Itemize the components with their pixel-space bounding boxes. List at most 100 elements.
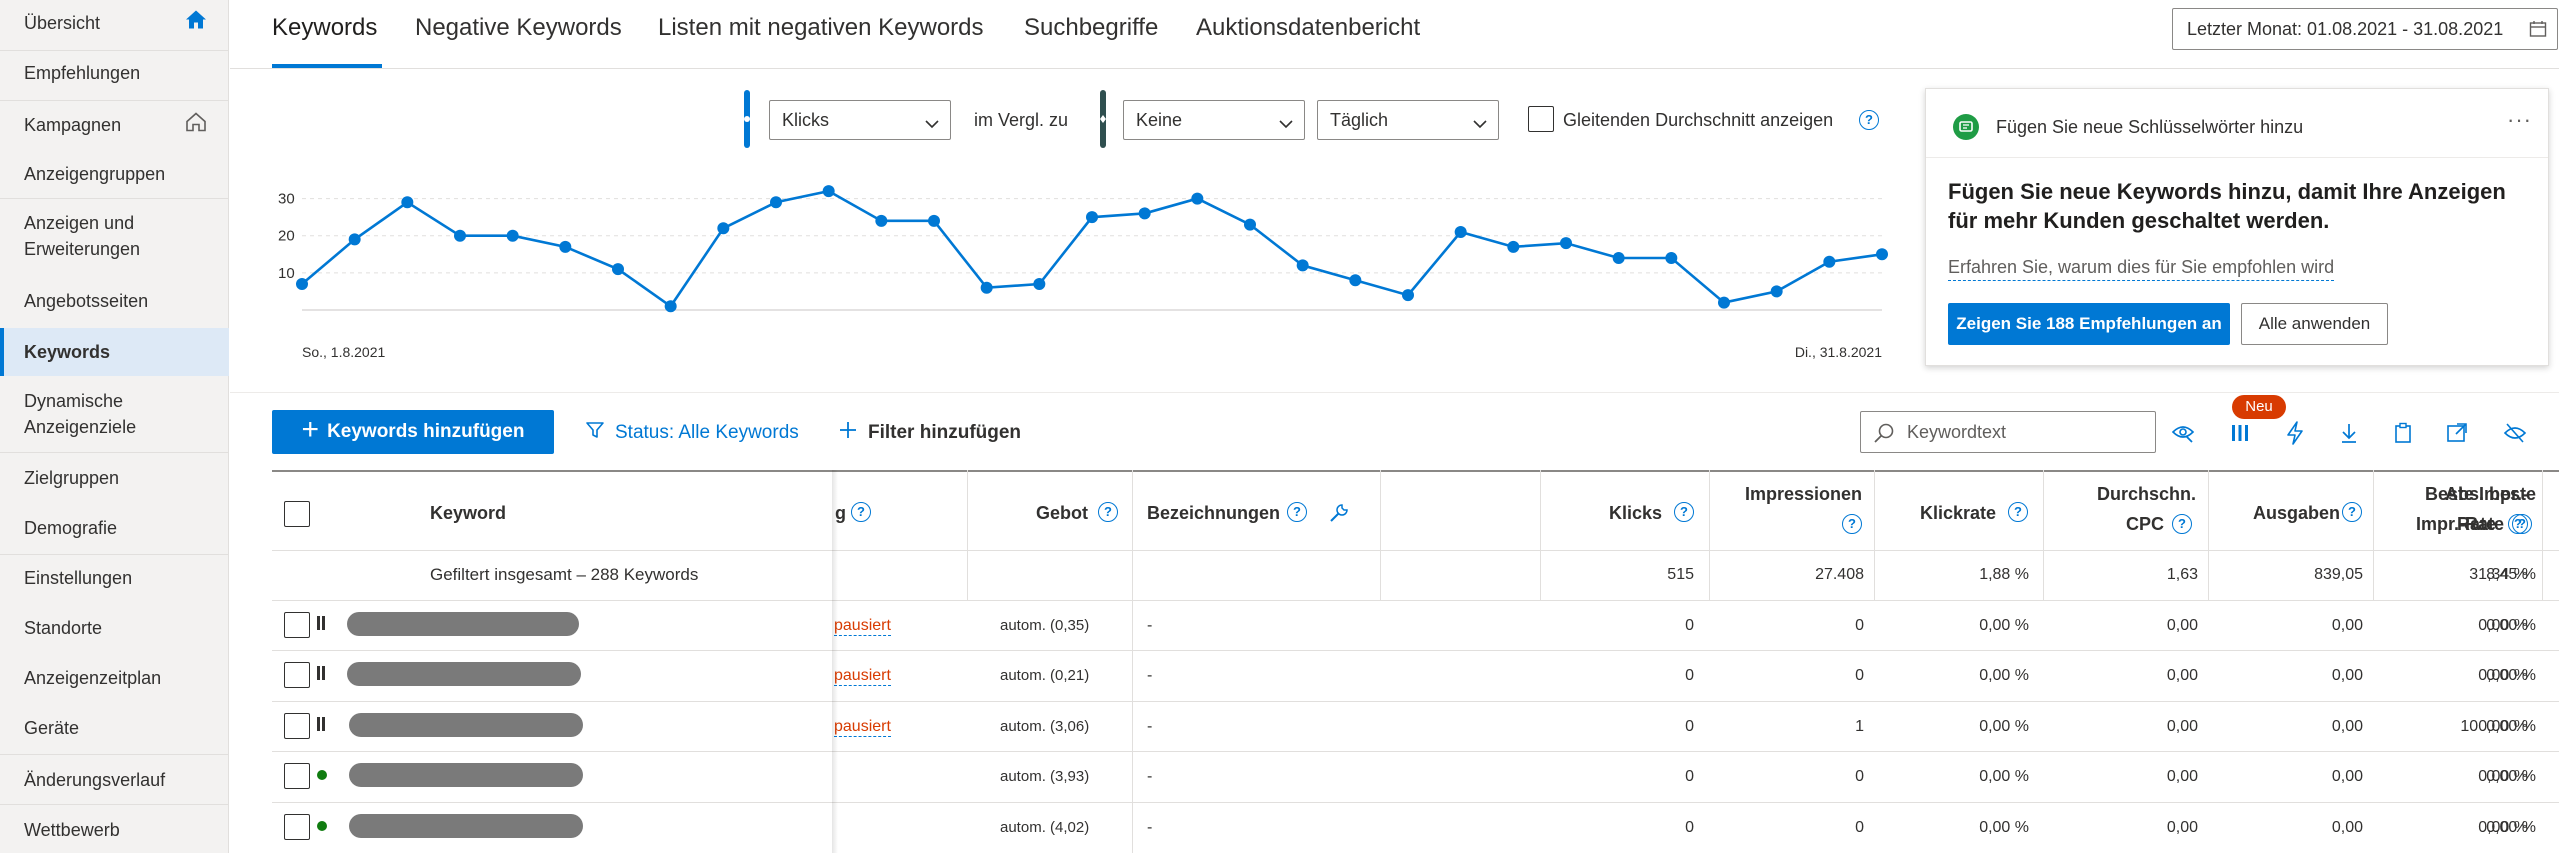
- column-header-keyword[interactable]: Keyword: [430, 503, 506, 524]
- data-point-day-2[interactable]: [348, 233, 361, 246]
- data-point-day-11[interactable]: [822, 185, 835, 198]
- data-point-day-5[interactable]: [506, 229, 519, 242]
- data-point-day-31[interactable]: [1876, 248, 1888, 261]
- keyword-text-redacted[interactable]: [347, 662, 581, 686]
- sidebar-item-locations[interactable]: Standorte: [0, 615, 229, 641]
- compare-metric-select[interactable]: Keine: [1123, 100, 1305, 140]
- data-point-day-18[interactable]: [1191, 192, 1204, 205]
- sidebar-item-devices[interactable]: Geräte: [0, 715, 229, 741]
- columns-icon[interactable]: [2225, 418, 2255, 448]
- add-filter-button[interactable]: Filter hinzufügen: [838, 420, 1021, 446]
- data-point-day-25[interactable]: [1560, 237, 1572, 250]
- recommendation-why-link[interactable]: Erfahren Sie, warum dies für Sie empfohl…: [1948, 257, 2335, 281]
- data-point-day-28[interactable]: [1718, 296, 1730, 309]
- data-point-day-20[interactable]: [1296, 259, 1309, 272]
- download-icon[interactable]: [2334, 418, 2364, 448]
- sidebar-item-settings[interactable]: Einstellungen: [0, 565, 229, 591]
- data-point-day-10[interactable]: [770, 196, 782, 209]
- metric-select[interactable]: Klicks: [769, 100, 951, 140]
- data-point-day-24[interactable]: [1507, 240, 1520, 253]
- data-point-day-23[interactable]: [1454, 226, 1467, 238]
- data-point-day-13[interactable]: [928, 214, 940, 227]
- row-checkbox[interactable]: [284, 612, 310, 638]
- data-point-day-1[interactable]: [296, 278, 308, 290]
- column-header-bid[interactable]: Gebot: [992, 503, 1088, 524]
- help-icon[interactable]: ?: [1842, 514, 1862, 534]
- data-point-day-9[interactable]: [717, 222, 730, 235]
- data-point-day-17[interactable]: [1138, 207, 1151, 220]
- help-icon[interactable]: ?: [1859, 110, 1879, 130]
- data-point-day-26[interactable]: [1612, 252, 1625, 264]
- granularity-select[interactable]: Täglich: [1317, 100, 1499, 140]
- sidebar-item-change-history[interactable]: Änderungsverlauf: [0, 767, 229, 793]
- help-icon[interactable]: ?: [1287, 502, 1307, 522]
- show-recommendations-button[interactable]: Zeigen Sie 188 Empfehlungen an: [1948, 303, 2230, 345]
- help-icon[interactable]: ?: [2512, 514, 2532, 534]
- hide-chart-icon[interactable]: [2500, 418, 2530, 448]
- row-checkbox[interactable]: [284, 814, 310, 840]
- sidebar-item-ads-extensions[interactable]: Anzeigen und Erweiterungen: [0, 210, 200, 262]
- tab-negative-keyword-lists[interactable]: Listen mit negativen Keywords: [658, 14, 984, 42]
- status-paused-link[interactable]: pausiert: [834, 666, 891, 686]
- sidebar-item-landing-pages[interactable]: Angebotsseiten: [0, 288, 229, 314]
- help-icon[interactable]: ?: [2342, 502, 2362, 522]
- help-icon[interactable]: ?: [851, 502, 871, 522]
- keyword-text-redacted[interactable]: [349, 713, 583, 737]
- keyword-search-input[interactable]: Keywordtext: [1860, 411, 2156, 453]
- column-header-ctr[interactable]: Klickrate: [1882, 503, 1996, 524]
- date-range-picker[interactable]: Letzter Monat: 01.08.2021 - 31.08.2021: [2172, 8, 2558, 50]
- wrench-icon[interactable]: [1328, 502, 1350, 529]
- data-point-day-30[interactable]: [1823, 255, 1836, 268]
- column-header-impressions[interactable]: Impressionen: [1712, 484, 1862, 505]
- data-point-day-19[interactable]: [1244, 218, 1256, 231]
- keyword-text-redacted[interactable]: [349, 814, 583, 838]
- help-icon[interactable]: ?: [1098, 502, 1118, 522]
- sidebar-item-overview[interactable]: Übersicht: [0, 10, 229, 36]
- tab-keywords[interactable]: Keywords: [272, 14, 377, 42]
- data-point-day-8[interactable]: [664, 300, 677, 313]
- sidebar-item-ad-schedule[interactable]: Anzeigenzeitplan: [0, 665, 229, 691]
- more-options-icon[interactable]: ···: [2507, 107, 2532, 133]
- data-point-day-27[interactable]: [1665, 252, 1678, 264]
- tab-negative-keywords[interactable]: Negative Keywords: [415, 14, 622, 42]
- keyword-planner-icon[interactable]: [2168, 418, 2198, 448]
- sidebar-item-demographics[interactable]: Demografie: [0, 515, 229, 541]
- sidebar-item-adgroups[interactable]: Anzeigengruppen: [0, 161, 229, 187]
- help-icon[interactable]: ?: [1674, 502, 1694, 522]
- add-keywords-button[interactable]: + Keywords hinzufügen: [272, 410, 554, 454]
- clipboard-icon[interactable]: [2388, 418, 2418, 448]
- status-filter-button[interactable]: Status: Alle Keywords: [585, 420, 799, 446]
- sidebar-item-recommendations[interactable]: Empfehlungen: [0, 60, 229, 86]
- data-point-day-12[interactable]: [875, 214, 888, 227]
- status-paused-link[interactable]: pausiert: [834, 717, 891, 737]
- sidebar-item-keywords[interactable]: Keywords: [0, 328, 229, 376]
- sidebar-item-audiences[interactable]: Zielgruppen: [0, 465, 229, 491]
- sidebar-item-competition[interactable]: Wettbewerb: [0, 817, 229, 843]
- data-point-day-16[interactable]: [1086, 211, 1098, 224]
- select-all-checkbox[interactable]: [284, 501, 310, 527]
- row-checkbox[interactable]: [284, 662, 310, 688]
- tab-auction-insights[interactable]: Auktionsdatenbericht: [1196, 14, 1420, 42]
- expand-icon[interactable]: [2442, 418, 2472, 448]
- automated-rules-icon[interactable]: [2280, 418, 2310, 448]
- apply-all-button[interactable]: Alle anwenden: [2241, 303, 2388, 345]
- keyword-text-redacted[interactable]: [349, 763, 583, 787]
- data-point-day-22[interactable]: [1402, 289, 1414, 302]
- sidebar-item-dynamic-targets[interactable]: Dynamische Anzeigenziele: [0, 388, 200, 440]
- keyword-text-redacted[interactable]: [347, 612, 579, 636]
- row-checkbox[interactable]: [284, 713, 310, 739]
- column-header-labels[interactable]: Bezeichnungen: [1147, 503, 1280, 524]
- help-icon[interactable]: ?: [2008, 502, 2028, 522]
- row-checkbox[interactable]: [284, 763, 310, 789]
- data-point-day-29[interactable]: [1770, 285, 1783, 298]
- tab-search-terms[interactable]: Suchbegriffe: [1024, 14, 1158, 42]
- status-paused-link[interactable]: pausiert: [834, 616, 891, 636]
- data-point-day-3[interactable]: [401, 196, 414, 209]
- column-header-clicks[interactable]: Klicks: [1542, 503, 1662, 524]
- data-point-day-4[interactable]: [454, 229, 466, 242]
- column-header-abs-top-impr-rate-line1[interactable]: Abs. beste: [2380, 484, 2536, 505]
- help-icon[interactable]: ?: [2172, 514, 2192, 534]
- moving-average-checkbox[interactable]: [1528, 106, 1554, 132]
- data-point-day-15[interactable]: [1033, 278, 1046, 290]
- sidebar-item-campaigns[interactable]: Kampagnen: [0, 112, 229, 138]
